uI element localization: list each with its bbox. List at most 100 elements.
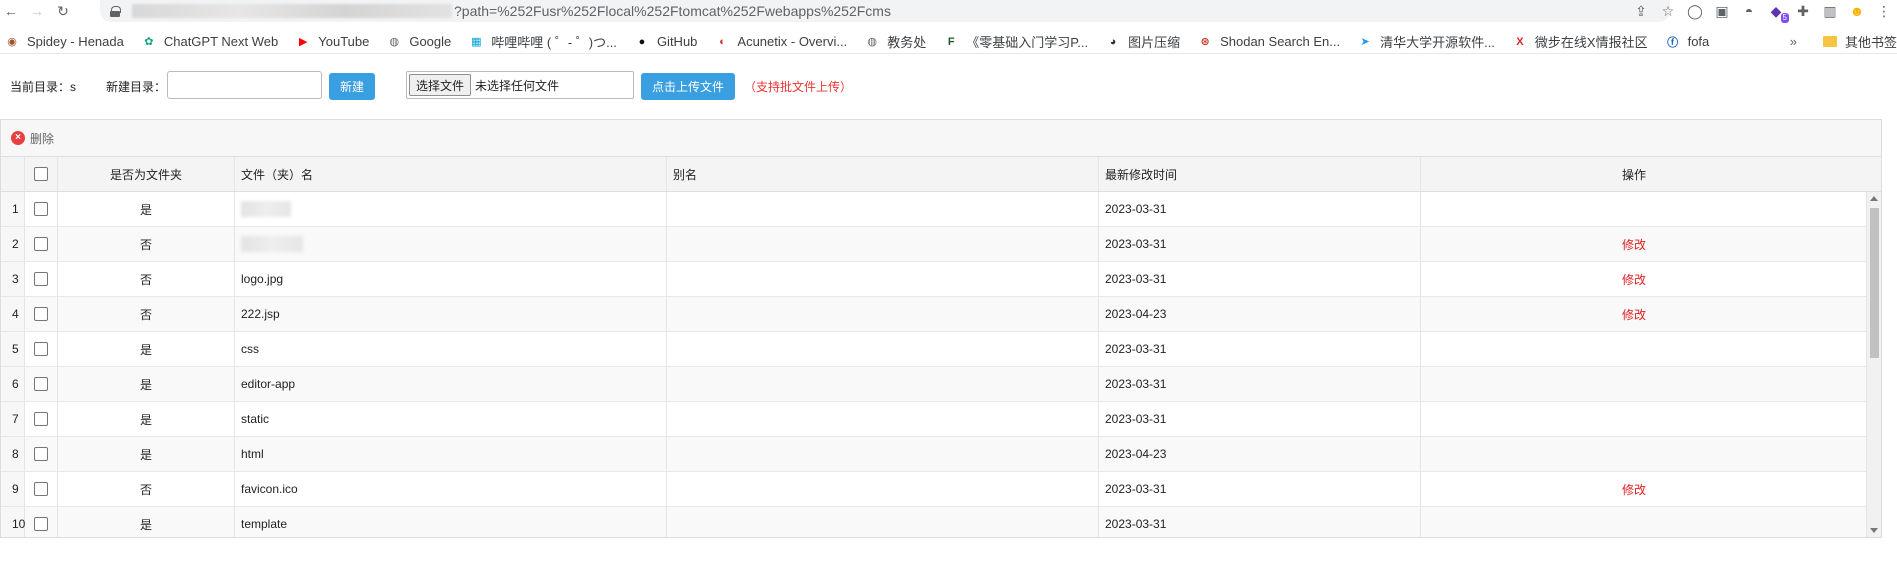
profile-avatar-icon[interactable]: ☻ (1848, 2, 1866, 20)
star-icon[interactable]: ☆ (1659, 2, 1677, 20)
table-row[interactable]: 8 是 html 2023-04-23 (1, 437, 1881, 472)
table-row[interactable]: 7 是 static 2023-03-31 (1, 402, 1881, 437)
sidebar-icon[interactable]: ▥ (1821, 2, 1839, 20)
bookmark-label: Shodan Search En... (1220, 34, 1341, 49)
share-icon[interactable]: ⇪ (1632, 2, 1650, 20)
extension-hat-icon[interactable]: ◓ (1740, 2, 1758, 20)
url-text: ?path=%252Fusr%252Flocal%252Ftomcat%252F… (454, 3, 891, 19)
table-row[interactable]: 9 否 favicon.ico 2023-03-31 修改 (1, 472, 1881, 507)
header-modified[interactable]: 最新修改时间 (1099, 157, 1421, 191)
table-toolbar: × 删除 (1, 120, 1881, 157)
table-row[interactable]: 10 是 template 2023-03-31 (1, 507, 1881, 537)
name-text[interactable]: 222.jsp (241, 307, 280, 321)
table-row[interactable]: 3 否 logo.jpg 2023-03-31 修改 (1, 262, 1881, 297)
edit-link[interactable]: 修改 (1622, 236, 1646, 253)
table-row[interactable]: 5 是 css 2023-03-31 (1, 332, 1881, 367)
row-checkbox[interactable] (34, 377, 48, 391)
bookmark-label: 哔哩哔哩 ( ゜- ゜)つ... (491, 35, 617, 50)
bookmark-label: ChatGPT Next Web (163, 34, 279, 49)
bookmark-item[interactable]: ⊛ Shodan Search En... (1197, 34, 1340, 50)
name-text[interactable]: logo.jpg (241, 272, 283, 286)
bookmark-item[interactable]: ✿ ChatGPT Next Web (141, 34, 278, 50)
bilibili-icon: ▦ (471, 36, 482, 48)
upload-button[interactable]: 点击上传文件 (641, 73, 735, 100)
bookmark-item[interactable]: ◍ Google (386, 34, 452, 50)
select-all-checkbox[interactable] (34, 167, 48, 181)
row-number: 7 (1, 402, 25, 436)
bookmark-item[interactable]: ◍ 教务处 (864, 32, 926, 51)
header-is-folder[interactable]: 是否为文件夹 (58, 157, 235, 191)
name-text[interactable]: static (241, 412, 269, 426)
bookmark-label: 微步在线X情报社区 (1534, 35, 1648, 50)
row-checkbox[interactable] (34, 482, 48, 496)
delete-icon[interactable]: × (11, 131, 25, 145)
address-bar[interactable]: ?path=%252Fusr%252Flocal%252Ftomcat%252F… (100, 0, 1670, 22)
bookmark-label: fofa (1687, 34, 1710, 49)
bookmark-item[interactable]: ◉ Spidey - Henada (4, 34, 124, 50)
file-picker[interactable]: 选择文件 未选择任何文件 (406, 71, 634, 99)
back-arrow-icon[interactable]: ← (0, 0, 22, 22)
scroll-down-arrow-icon[interactable] (1870, 528, 1878, 533)
tsinghua-icon: ➤ (1360, 36, 1370, 48)
new-dir-button[interactable]: 新建 (329, 73, 375, 100)
edit-link[interactable]: 修改 (1622, 306, 1646, 323)
new-dir-input[interactable] (167, 71, 322, 99)
table-row[interactable]: 1 是 2023-03-31 (1, 192, 1881, 227)
name-text[interactable]: editor-app (241, 377, 295, 391)
bookmark-item[interactable]: ▦ 哔哩哔哩 ( ゜- ゜)つ... (468, 32, 617, 51)
edit-link[interactable]: 修改 (1622, 271, 1646, 288)
row-checkbox[interactable] (34, 412, 48, 426)
row-checkbox[interactable] (34, 517, 48, 531)
scroll-up-arrow-icon[interactable] (1870, 196, 1878, 201)
bookmark-item[interactable]: ➤ 清华大学开源软件... (1357, 32, 1494, 51)
modified-cell: 2023-04-23 (1099, 297, 1421, 331)
action-cell (1421, 332, 1847, 366)
other-bookmarks[interactable]: 其他书签 (1811, 32, 1897, 51)
extension-badge-icon[interactable]: ◆ 5 (1767, 2, 1789, 23)
fofa-icon: ⓕ (1667, 36, 1679, 49)
edit-link[interactable]: 修改 (1622, 481, 1646, 498)
file-table-panel: × 删除 是否为文件夹 文件（夹）名 别名 最新修改时间 操作 1 是 2023-0… (0, 119, 1882, 538)
row-checkbox[interactable] (34, 447, 48, 461)
bookmark-item[interactable]: ◕ 图片压缩 (1105, 32, 1180, 51)
choose-file-button[interactable]: 选择文件 (409, 74, 472, 96)
delete-button[interactable]: 删除 (30, 130, 54, 147)
row-checkbox[interactable] (34, 237, 48, 251)
modified-cell: 2023-03-31 (1099, 507, 1421, 537)
name-text[interactable]: css (241, 342, 259, 356)
header-name[interactable]: 文件（夹）名 (235, 157, 667, 191)
extension-game-icon[interactable]: ▣ (1713, 2, 1731, 20)
row-select (25, 472, 58, 506)
menu-dots-icon[interactable]: ⋮ (1875, 2, 1893, 20)
row-checkbox[interactable] (34, 342, 48, 356)
bookmark-item[interactable]: ▶ YouTube (295, 34, 369, 50)
name-text[interactable]: html (241, 447, 264, 461)
bookmark-item[interactable]: X 微步在线X情报社区 (1512, 32, 1648, 51)
other-bookmarks-label: 其他书签 (1844, 35, 1897, 50)
is-folder-cell: 否 (58, 227, 235, 261)
puzzle-icon[interactable]: ✚ (1794, 2, 1812, 20)
is-folder-cell: 是 (58, 192, 235, 226)
header-alias[interactable]: 别名 (667, 157, 1099, 191)
scroll-thumb[interactable] (1870, 208, 1879, 358)
table-scrollbar[interactable] (1866, 192, 1881, 537)
bookmark-item[interactable]: F 《零基础入门学习P... (943, 32, 1088, 51)
reload-icon[interactable]: ↻ (52, 0, 74, 22)
table-row[interactable]: 4 否 222.jsp 2023-04-23 修改 (1, 297, 1881, 332)
alias-cell (667, 507, 1099, 537)
row-number: 5 (1, 332, 25, 366)
bookmark-item[interactable]: ● GitHub (634, 34, 698, 50)
name-text[interactable]: template (241, 517, 287, 531)
table-row[interactable]: 6 是 editor-app 2023-03-31 (1, 367, 1881, 402)
table-row[interactable]: 2 否 2023-03-31 修改 (1, 227, 1881, 262)
extension-circle-icon[interactable]: ◯ (1686, 2, 1704, 20)
row-checkbox[interactable] (34, 202, 48, 216)
x-icon: X (1516, 35, 1524, 48)
name-text[interactable]: favicon.ico (241, 482, 298, 496)
row-checkbox[interactable] (34, 272, 48, 286)
bookmark-item[interactable]: ◐ Acunetix - Overvi... (714, 34, 847, 50)
bookmarks-overflow[interactable]: » (1790, 34, 1797, 49)
forward-arrow-icon[interactable]: → (26, 0, 48, 22)
row-checkbox[interactable] (34, 307, 48, 321)
bookmark-item[interactable]: ⓕ fofa (1665, 34, 1710, 50)
